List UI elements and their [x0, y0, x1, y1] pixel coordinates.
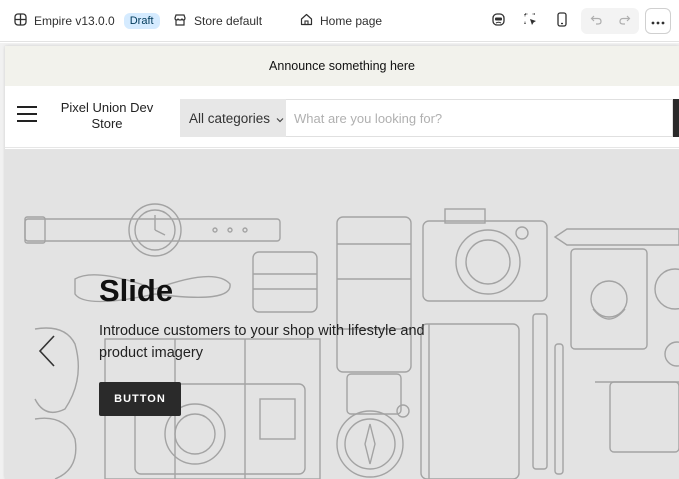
slide-text: Introduce customers to your shop with li… [99, 323, 425, 361]
search-bar: All categories What are you looking for? [180, 99, 679, 137]
home-icon [300, 13, 313, 29]
status-badge: Draft [123, 13, 160, 29]
history-controls [581, 8, 639, 34]
select-element-icon [523, 12, 538, 30]
redo-icon [618, 13, 631, 29]
chevron-down-icon [276, 111, 284, 126]
editor-toolbar: Empire v13.0.0 Draft Store default Home … [0, 0, 679, 42]
slide-heading: Slide [99, 273, 174, 308]
search-button[interactable] [673, 99, 679, 137]
chevron-left-icon [37, 335, 57, 372]
more-icon [651, 14, 665, 28]
announcement-bar[interactable]: Announce something here [5, 46, 679, 86]
store-context-label: Store default [194, 14, 263, 28]
store-context-selector[interactable]: Store default [173, 0, 262, 42]
menu-icon[interactable] [17, 106, 37, 122]
theme-name: Empire v13.0.0 [34, 14, 115, 28]
search-input[interactable]: What are you looking for? [286, 99, 673, 137]
mobile-preview-button[interactable] [549, 8, 575, 34]
slide-prev-button[interactable] [37, 334, 57, 373]
slide-cta-button[interactable]: BUTTON [99, 382, 181, 416]
redo-button[interactable] [611, 8, 637, 34]
mobile-preview-icon [556, 12, 568, 30]
undo-button[interactable] [583, 8, 609, 34]
store-header: Pixel Union Dev Store All categories Wha… [5, 86, 679, 148]
toolbar-actions [485, 0, 671, 42]
category-select-label: All categories [189, 110, 271, 126]
more-button[interactable] [645, 8, 671, 34]
inspector-button[interactable] [485, 8, 511, 34]
page-selector-label: Home page [320, 14, 383, 28]
hero-image [24, 203, 679, 479]
theme-selector[interactable]: Empire v13.0.0 Draft [14, 0, 160, 42]
store-icon [173, 13, 187, 30]
inspector-icon [491, 12, 506, 30]
storefront-preview[interactable]: Announce something here Pixel Union Dev … [5, 46, 679, 479]
hero-slideshow[interactable]: Slide Introduce customers to your shop w… [5, 149, 679, 479]
category-select[interactable]: All categories [180, 99, 286, 137]
theme-icon [14, 13, 27, 29]
undo-icon [590, 13, 603, 29]
page-selector[interactable]: Home page [300, 0, 382, 42]
announcement-text: Announce something here [269, 59, 415, 73]
store-logo[interactable]: Pixel Union Dev Store [57, 100, 157, 132]
select-element-button[interactable] [517, 8, 543, 34]
